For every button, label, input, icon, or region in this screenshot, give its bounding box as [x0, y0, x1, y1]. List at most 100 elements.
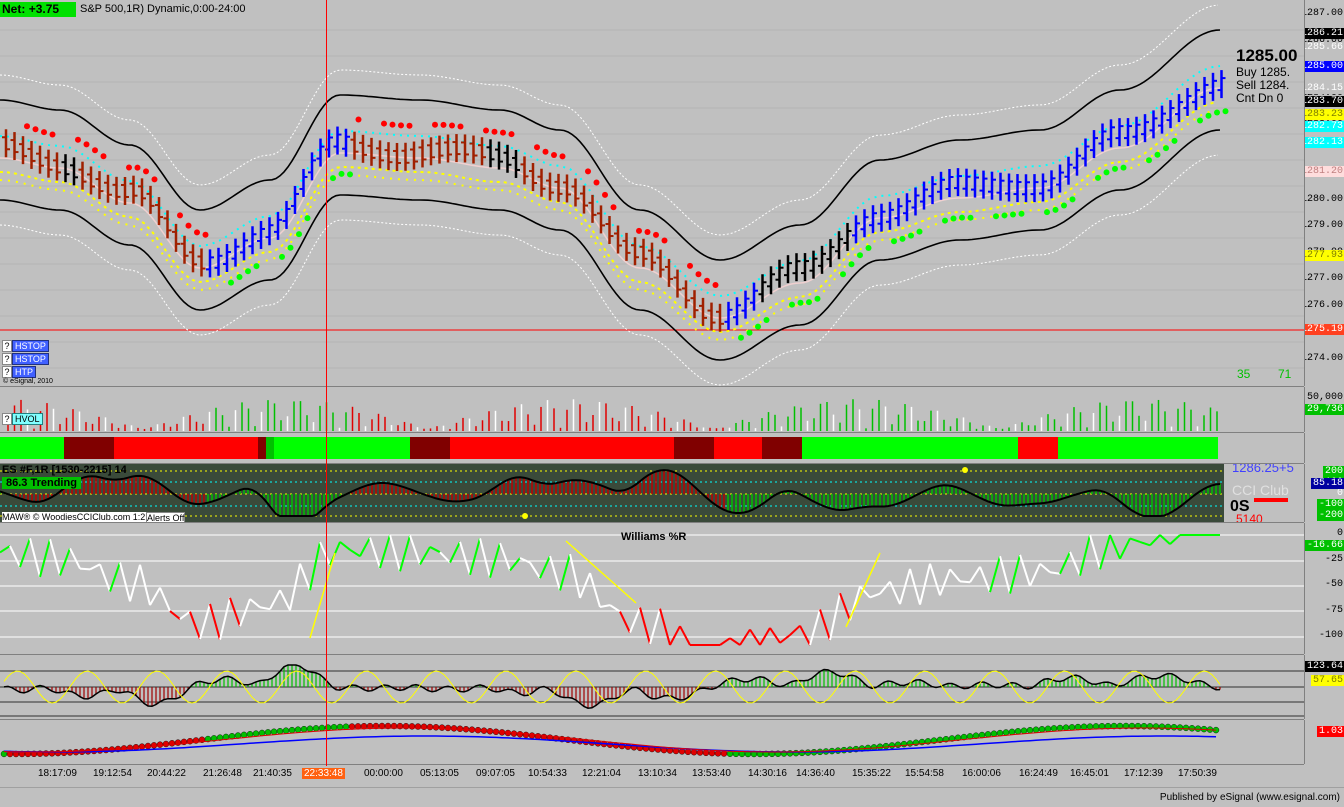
stop-dot	[857, 252, 863, 259]
williams-line-segment	[9, 545, 21, 568]
trend-segment	[410, 437, 450, 459]
williams-line-segment	[729, 637, 741, 646]
oscillator-dot	[1050, 725, 1058, 732]
stop-dot	[1001, 212, 1008, 219]
williams-line-segment	[139, 564, 151, 606]
williams-line-segment	[79, 567, 91, 571]
stop-dot	[942, 217, 948, 224]
oscillator-dot	[258, 729, 266, 737]
footer-credit: Published by eSignal (www.esignal.com)	[1159, 792, 1340, 803]
oscillator-dot	[888, 742, 896, 749]
stop-dot	[253, 263, 260, 270]
williams-line-segment	[999, 555, 1011, 594]
cci-chart	[0, 464, 1288, 522]
williams-line-segment	[0, 545, 11, 554]
williams-line-segment	[1119, 537, 1131, 560]
trend-bar	[0, 437, 1218, 459]
oscillator-dot	[1176, 724, 1184, 731]
cci-scale-tick: -100	[1316, 499, 1344, 510]
williams-line-segment	[179, 610, 191, 620]
williams-line-segment	[1049, 571, 1061, 575]
williams-line-segment	[409, 535, 421, 565]
trend-segment	[274, 437, 410, 459]
stop-dot	[194, 229, 200, 236]
oscillator-dot	[1170, 724, 1178, 731]
williams-line-segment	[649, 608, 661, 645]
trend-segment	[1018, 437, 1058, 459]
stop-dot	[1061, 202, 1067, 209]
trend-segment	[0, 437, 64, 459]
williams-line-segment	[1129, 537, 1141, 543]
williams-line-segment	[659, 608, 671, 646]
stop-dot	[865, 245, 872, 252]
price-marker: 1285.66	[1305, 42, 1344, 53]
histogram-chart	[0, 664, 1304, 717]
cci-scale-tick: 0	[1334, 488, 1344, 499]
oscillator-dot	[894, 741, 902, 749]
stop-dot	[449, 122, 455, 129]
stop-dot	[908, 232, 914, 239]
time-label: 20:44:22	[147, 768, 186, 779]
time-label: 13:53:40	[692, 768, 731, 779]
price-pane[interactable]: Net: +3.75 S&P 500,1R) Dynamic,0:00-24:0…	[0, 0, 1304, 387]
stop-dot	[432, 121, 438, 128]
williams-line-segment	[799, 625, 811, 646]
stop-dot	[746, 329, 753, 336]
stop-dot	[279, 253, 285, 260]
price-scale[interactable]: 1287.001286.001285.001284.001283.001282.…	[1304, 0, 1344, 386]
williams-pane[interactable]: Williams %R	[0, 523, 1304, 655]
oscillator-dot	[318, 724, 326, 732]
williams-line-segment	[149, 587, 161, 606]
oscillator-dot	[1056, 724, 1064, 732]
oscillator-dot	[276, 727, 284, 735]
stop-dot	[789, 301, 795, 308]
williams-line-segment	[339, 541, 351, 551]
williams-line-segment	[1139, 540, 1151, 547]
cursor-line	[326, 0, 327, 766]
alerts-button[interactable]: Alerts Off	[146, 512, 186, 522]
williams-line-segment	[579, 572, 591, 599]
oscillator-dot	[264, 729, 272, 736]
time-axis[interactable]: 18:17:09 19:12:54 20:44:22 21:26:48 21:40:35…	[0, 765, 1344, 787]
stop-dot	[636, 227, 642, 234]
stop-dot	[24, 123, 30, 130]
oscillator-dot	[156, 741, 164, 748]
dots-chart	[0, 722, 1220, 758]
price-chart[interactable]	[0, 0, 1304, 386]
williams-line-segment	[1059, 551, 1071, 575]
price-marker: 1286.21	[1305, 28, 1344, 39]
stop-dot	[840, 271, 846, 278]
stop-dot	[848, 261, 855, 268]
stop-dot	[398, 122, 404, 129]
oscillator-dot	[516, 731, 524, 738]
stop-dot	[534, 144, 540, 151]
stop-dot	[806, 299, 812, 306]
stop-dot	[585, 168, 591, 175]
hstop-button-2[interactable]: ? HSTOP	[2, 353, 49, 365]
stop-dot	[891, 238, 897, 245]
stop-buttons: ? HSTOP ? HSTOP ? HTP	[2, 340, 49, 378]
hstop-button-1[interactable]: ? HSTOP	[2, 340, 49, 352]
williams-line-segment	[519, 557, 531, 564]
stop-dot	[177, 212, 183, 219]
cci-pane[interactable]: ES #F,1R [1530-2215] 14 86.3 Trending MA…	[0, 464, 1304, 523]
williams-line-segment	[269, 589, 281, 610]
dots-pane[interactable]	[0, 720, 1304, 765]
histogram-pane[interactable]	[0, 655, 1304, 720]
stop-dot	[500, 129, 506, 136]
stop-dot	[1010, 211, 1016, 218]
williams-line-segment	[249, 598, 261, 609]
cci-title: ES #F,1R [1530-2215] 14	[2, 464, 127, 476]
hvol-button[interactable]: ? HVOL	[2, 413, 43, 425]
williams-line-segment	[189, 611, 201, 640]
htp-button[interactable]: ? HTP	[2, 366, 49, 378]
stop-dot	[508, 131, 515, 138]
price-marker: 1283.23	[1305, 109, 1344, 120]
histogram-marker-2: 57.65	[1310, 675, 1344, 686]
williams-line-segment	[769, 627, 781, 644]
williams-line-segment	[489, 542, 501, 578]
williams-line-segment	[929, 563, 941, 596]
oscillator-dot	[696, 749, 704, 756]
williams-line-segment	[389, 534, 401, 572]
volume-pane[interactable]: ? HVOL	[0, 387, 1304, 433]
